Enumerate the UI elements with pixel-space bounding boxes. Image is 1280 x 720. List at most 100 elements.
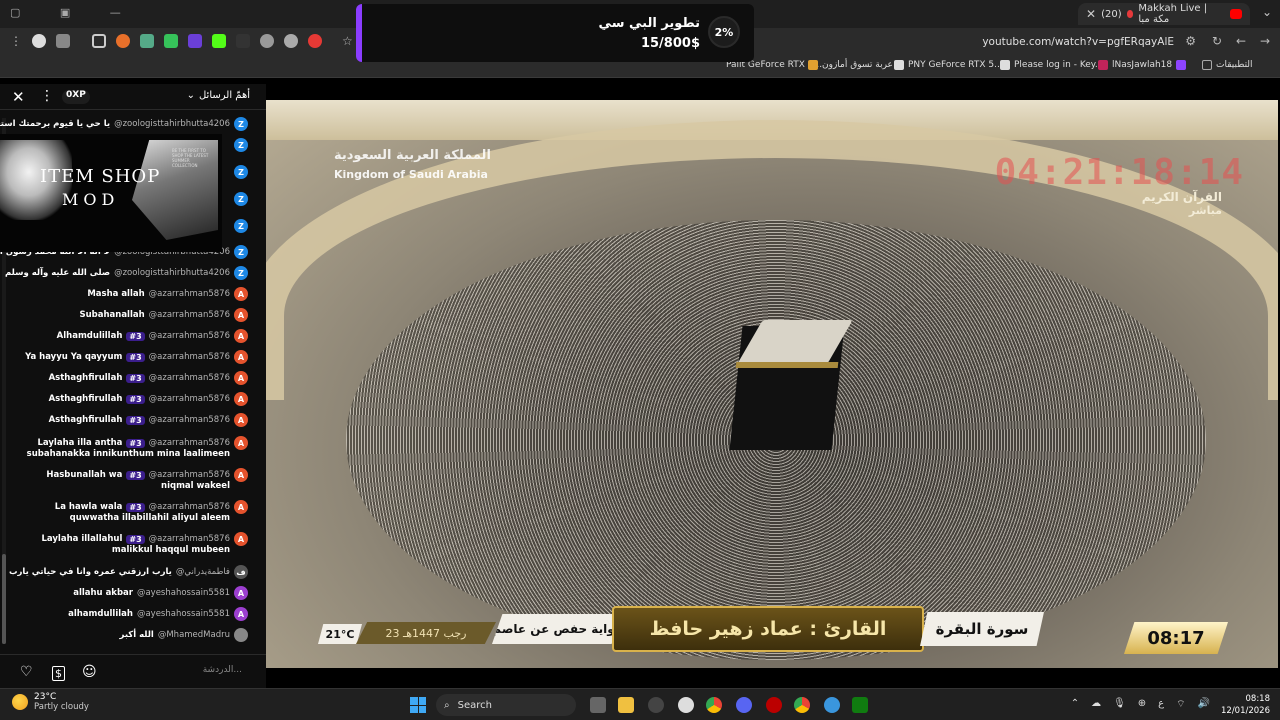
avatar[interactable]: Z: [234, 245, 248, 259]
emoji-icon[interactable]: ☺: [82, 664, 97, 680]
chat-message[interactable]: Asthaghfirullah #3 @azarrahman5876 A: [49, 412, 248, 428]
taskbar-clock[interactable]: 08:18 12/01/2026: [1221, 693, 1270, 717]
extension-icon[interactable]: [92, 34, 106, 48]
chrome-icon[interactable]: [794, 697, 810, 713]
bookmark-star-icon[interactable]: ☆: [342, 34, 353, 48]
profile-icon[interactable]: [32, 34, 46, 48]
avatar[interactable]: A: [234, 287, 248, 301]
window-controls[interactable]: ▢ ▣ —: [10, 6, 139, 19]
avatar[interactable]: ف: [234, 565, 248, 579]
reload-icon[interactable]: ↻: [1212, 34, 1222, 48]
chat-message[interactable]: Alhamdulillah #3 @azarrahman5876 A: [57, 328, 248, 344]
avatar[interactable]: [234, 628, 248, 642]
xp-badge[interactable]: 0XP: [62, 90, 90, 104]
system-tray[interactable]: ⌃ ☁ 🎙 ⊕ ع ⌔ 🔊: [1071, 698, 1210, 711]
chat-message[interactable]: Hasbunallah wa #3 @azarrahman5876 Aniqmal w…: [46, 467, 248, 491]
task-view-icon[interactable]: [590, 697, 606, 713]
avatar[interactable]: A: [234, 371, 248, 385]
avatar[interactable]: Z: [234, 219, 248, 233]
bookmark-item[interactable]: PNY GeForce RTX 5...: [894, 60, 1003, 70]
extension-icon[interactable]: [140, 34, 154, 48]
avatar[interactable]: Z: [234, 266, 248, 280]
extension-icon[interactable]: [188, 34, 202, 48]
windows-start-icon[interactable]: [410, 697, 426, 713]
extension-icon[interactable]: [116, 34, 130, 48]
bookmark-item[interactable]: lNasJawlah18: [1098, 60, 1187, 70]
kick-icon[interactable]: [212, 34, 226, 48]
chat-message[interactable]: Z: [234, 191, 248, 207]
chat-message[interactable]: Asthaghfirullah #3 @azarrahman5876 A: [49, 391, 248, 407]
extension-icon[interactable]: [56, 34, 70, 48]
chat-message[interactable]: Asthaghfirullah #3 @azarrahman5876 A: [49, 370, 248, 386]
chat-author[interactable]: @فاطمةيدراني: [176, 567, 230, 577]
app-icon[interactable]: [824, 697, 840, 713]
volume-icon[interactable]: [260, 34, 274, 48]
wifi-icon[interactable]: ⌔: [1176, 698, 1185, 711]
extension-icon[interactable]: [236, 34, 250, 48]
forward-icon[interactable]: →: [1260, 34, 1270, 48]
avatar[interactable]: Z: [234, 138, 248, 152]
discord-icon[interactable]: [736, 697, 752, 713]
more-options-icon[interactable]: ⋮: [40, 88, 54, 104]
chat-author[interactable]: @azarrahman5876: [149, 415, 230, 425]
onedrive-icon[interactable]: ☁: [1091, 698, 1101, 711]
chat-author[interactable]: @zoologisttahirbhutta4206: [114, 268, 230, 278]
site-settings-icon[interactable]: ⚙: [1185, 34, 1196, 48]
avatar[interactable]: A: [234, 329, 248, 343]
chat-message[interactable]: Ya hayyu Ya qayyum #3 @azarrahman5876 A: [25, 349, 248, 365]
weather-widget[interactable]: 23°C Partly cloudy: [12, 692, 89, 712]
bookmark-item[interactable]: عربة تسوق أمازون: [808, 60, 893, 70]
chat-message[interactable]: Z: [234, 137, 248, 153]
network-icon[interactable]: ⊕: [1138, 698, 1146, 711]
extension-icon[interactable]: [164, 34, 178, 48]
chat-author[interactable]: @azarrahman5876: [149, 470, 230, 480]
video-player[interactable]: المملكة العربية السعودية Kingdom of Saud…: [266, 100, 1278, 668]
chat-message[interactable]: Masha allah @azarrahman5876 A: [87, 286, 248, 302]
avatar[interactable]: A: [234, 532, 248, 546]
chat-author[interactable]: @azarrahman5876: [149, 331, 230, 341]
chat-author[interactable]: @azarrahman5876: [149, 373, 230, 383]
chat-message[interactable]: Laylaha illa antha #3 @azarrahman5876 Asuba…: [27, 435, 248, 459]
chat-message[interactable]: allahu akbar @ayeshahossain5581 A: [73, 585, 248, 601]
extension-icon[interactable]: [308, 34, 322, 48]
chat-message[interactable]: Subahanallah @azarrahman5876 A: [79, 307, 248, 323]
close-chat-icon[interactable]: ✕: [12, 88, 25, 106]
avatar[interactable]: A: [234, 350, 248, 364]
avatar[interactable]: A: [234, 586, 248, 600]
avatar[interactable]: A: [234, 607, 248, 621]
chat-author[interactable]: @azarrahman5876: [149, 352, 230, 362]
chat-author[interactable]: @azarrahman5876: [149, 534, 230, 544]
language-icon[interactable]: ع: [1158, 698, 1164, 711]
chat-author[interactable]: @azarrahman5876: [149, 289, 230, 299]
chat-author[interactable]: @azarrahman5876: [149, 502, 230, 512]
bookmark-item-apps[interactable]: التطبيقات: [1202, 60, 1253, 70]
chat-input[interactable]: الدردشة...: [203, 665, 242, 675]
chat-message[interactable]: Z: [234, 218, 248, 234]
menu-icon[interactable]: ⋮: [10, 34, 22, 48]
chat-author[interactable]: @MhamedMadru: [158, 630, 230, 640]
chat-message[interactable]: الله أكبر @MhamedMadru: [120, 627, 248, 643]
avatar[interactable]: A: [234, 500, 248, 514]
mic-icon[interactable]: 🎙: [1113, 698, 1126, 711]
chat-author[interactable]: @zoologisttahirbhutta4206: [114, 119, 230, 129]
back-icon[interactable]: ←: [1236, 34, 1246, 48]
app-icon[interactable]: [648, 697, 664, 713]
avatar[interactable]: A: [234, 308, 248, 322]
chat-author[interactable]: @azarrahman5876: [149, 394, 230, 404]
close-tab-icon[interactable]: ✕: [1086, 7, 1096, 21]
chat-message[interactable]: La hawla wala #3 @azarrahman5876 Aquwwatha …: [55, 499, 248, 523]
chat-message[interactable]: يارب ارزقني عمره وانا في حياتي يارب @فاطم…: [9, 564, 248, 580]
avatar[interactable]: Z: [234, 117, 248, 131]
file-explorer-icon[interactable]: [618, 697, 634, 713]
chat-filter-dropdown[interactable]: ⌄ أهمّ الرسائل: [187, 90, 250, 101]
app-icon[interactable]: [766, 697, 782, 713]
super-chat-icon[interactable]: $: [52, 666, 65, 681]
avatar[interactable]: A: [234, 392, 248, 406]
bookmark-item[interactable]: Please log in - Key...: [1000, 60, 1103, 70]
xbox-icon[interactable]: [852, 697, 868, 713]
chat-message[interactable]: صلى الله عليه وآله وسلم @zoologisttahirbh…: [5, 265, 248, 281]
settings-icon[interactable]: [678, 697, 694, 713]
avatar[interactable]: A: [234, 468, 248, 482]
chevron-up-icon[interactable]: ⌃: [1071, 698, 1079, 711]
avatar[interactable]: A: [234, 436, 248, 450]
